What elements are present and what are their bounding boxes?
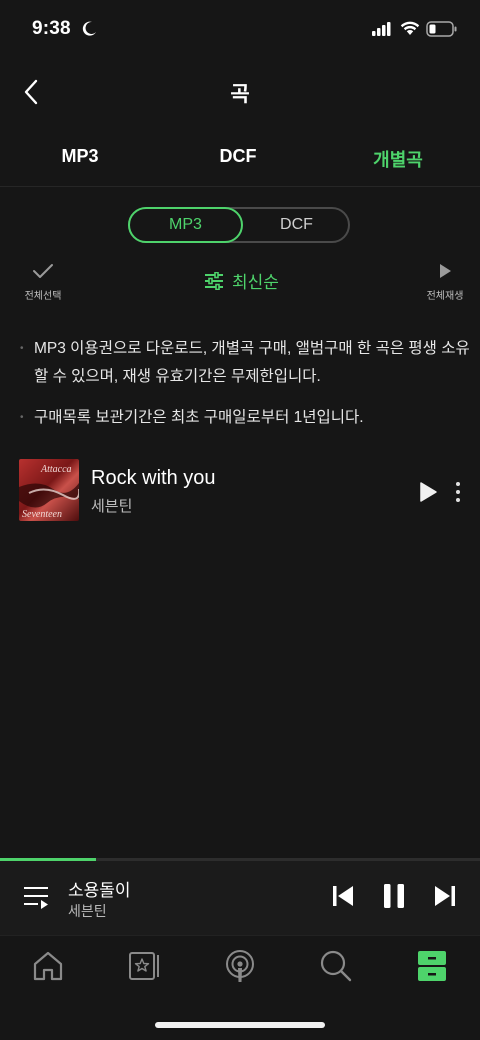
play-all-label: 전체재생 [426,291,464,302]
play-icon [440,264,451,278]
previous-track-icon[interactable] [332,884,354,908]
storage-box-icon[interactable] [126,948,162,984]
select-all-button[interactable]: 전체선택 [18,262,68,302]
bullet-dot: • [20,412,24,423]
album-art-image: Attacca Seventeen [19,464,79,520]
track-title: Rock with you [91,467,216,489]
now-playing-artist: 세븐틴 [68,903,107,919]
track-artist: 세븐틴 [91,498,133,515]
battery-icon [426,21,457,37]
playlist-icon[interactable] [22,884,50,910]
select-all-label: 전체선택 [24,291,62,302]
checkmark-icon [33,264,53,278]
more-options-icon[interactable] [450,480,466,504]
album-art-text-top: Attacca [40,464,72,475]
segment-mp3[interactable]: MP3 [128,207,243,243]
tab-divider [0,186,480,187]
tab-single-tracks[interactable]: 개별곡 [318,146,478,172]
play-all-button[interactable]: 전체재생 [420,262,470,302]
status-time: 9:38 [32,18,71,39]
moon-icon [82,21,96,36]
page-title: 곡 [230,83,250,106]
segment-dcf[interactable]: DCF [243,207,350,243]
notice-text: 구매목록 보관기간은 최초 구매일로부터 1년입니다. [34,409,364,426]
notice-text: MP3 이용권으로 다운로드, 개별곡 구매, 앨범구매 한 곡은 평생 소유할… [34,340,470,385]
podcast-icon[interactable] [222,948,258,984]
tab-dcf[interactable]: DCF [158,146,318,167]
track-play-icon[interactable] [416,480,440,504]
album-art-text-bottom: Seventeen [22,509,62,520]
pause-icon[interactable] [382,882,406,910]
sort-button[interactable]: 최신순 [204,268,279,293]
sort-label: 최신순 [232,273,279,292]
cellular-signal-icon [372,22,391,36]
filter-sliders-icon [205,271,223,290]
tab-mp3[interactable]: MP3 [0,146,160,167]
album-art: Attacca Seventeen [19,459,79,521]
bullet-dot: • [20,343,24,354]
home-icon[interactable] [30,948,66,984]
search-icon[interactable] [318,948,354,984]
now-playing-title: 소용돌이 [68,881,131,900]
notice-item: • 구매목록 보관기간은 최초 구매일로부터 1년입니다. [20,404,470,432]
home-indicator [155,1022,325,1028]
next-track-icon[interactable] [434,884,456,908]
library-icon[interactable] [414,948,450,984]
notice-item: • MP3 이용권으로 다운로드, 개별곡 구매, 앨범구매 한 곡은 평생 소… [20,335,470,391]
wifi-icon [400,21,420,35]
